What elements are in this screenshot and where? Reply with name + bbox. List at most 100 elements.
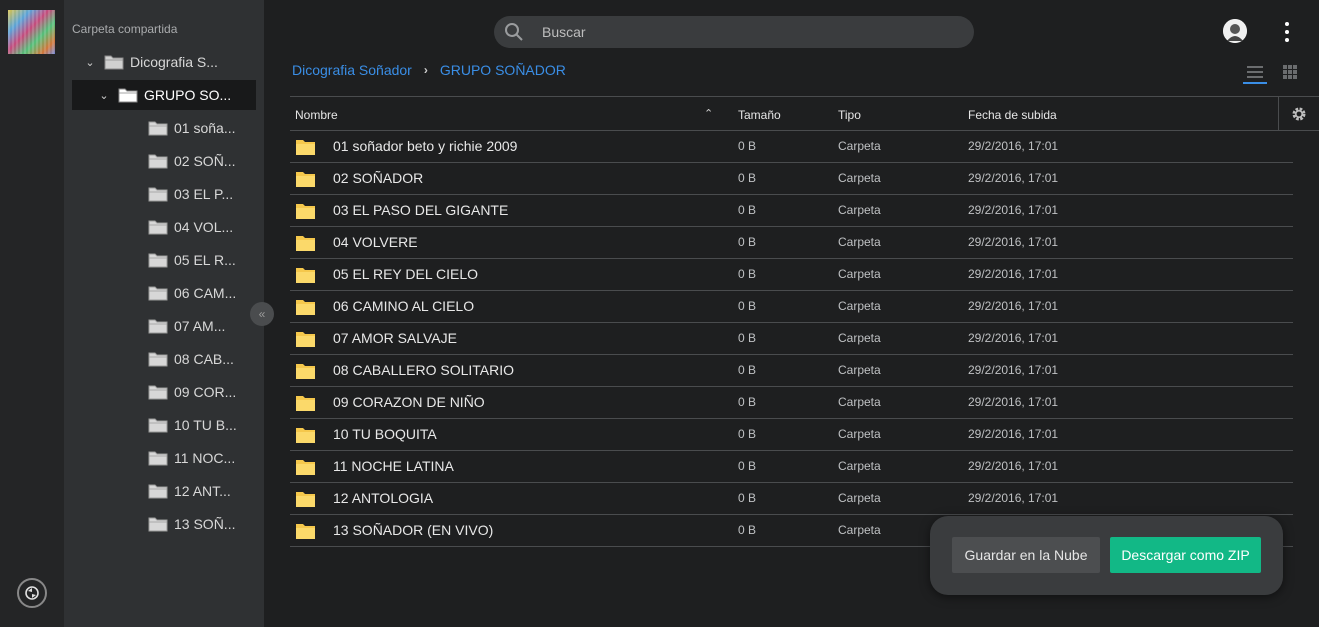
tree-item[interactable]: 09 COR...: [148, 377, 236, 407]
table-row[interactable]: 11 NOCHE LATINA 0 B Carpeta 29/2/2016, 17:0…: [290, 451, 1293, 483]
folder-icon: [296, 395, 315, 411]
table-row[interactable]: 02 SOÑADOR 0 B Carpeta 29/2/2016, 17:01: [290, 163, 1293, 195]
download-popup: Guardar en la Nube Descargar como ZIP: [930, 516, 1283, 595]
table-row[interactable]: 01 soñador beto y richie 2009 0 B Carpeta 2…: [290, 131, 1293, 163]
breadcrumb-root[interactable]: Dicografia Soñador: [292, 62, 412, 78]
row-date: 29/2/2016, 17:01: [968, 139, 1059, 153]
row-name[interactable]: 02 SOÑADOR: [333, 170, 423, 186]
folder-icon: [148, 384, 168, 400]
chevron-down-icon[interactable]: ⌄: [82, 56, 98, 69]
sort-up-icon[interactable]: ⌃: [704, 107, 713, 120]
table-row[interactable]: 10 TU BOQUITA 0 B Carpeta 29/2/2016, 17:01: [290, 419, 1293, 451]
tree-item[interactable]: 07 AM...: [148, 311, 225, 341]
row-date: 29/2/2016, 17:01: [968, 171, 1059, 185]
tree-item[interactable]: 12 ANT...: [148, 476, 231, 506]
app-logo-icon[interactable]: [8, 10, 55, 54]
column-name[interactable]: Nombre: [295, 108, 338, 122]
row-name[interactable]: 05 EL REY DEL CIELO: [333, 266, 478, 282]
table-row[interactable]: 06 CAMINO AL CIELO 0 B Carpeta 29/2/2016, 1…: [290, 291, 1293, 323]
row-size: 0 B: [738, 523, 757, 537]
row-name[interactable]: 13 SOÑADOR (EN VIVO): [333, 522, 493, 538]
tree-item-label: 13 SOÑ...: [174, 516, 236, 532]
folder-icon: [296, 491, 315, 507]
row-name[interactable]: 11 NOCHE LATINA: [333, 458, 454, 474]
row-date: 29/2/2016, 17:01: [968, 427, 1059, 441]
folder-icon: [296, 427, 315, 443]
tree-item[interactable]: 04 VOL...: [148, 212, 233, 242]
tree-item[interactable]: 03 EL P...: [148, 179, 233, 209]
folder-icon: [148, 417, 168, 433]
tree-item[interactable]: 02 SOÑ...: [148, 146, 235, 176]
tree-item[interactable]: 10 TU B...: [148, 410, 237, 440]
tree-item[interactable]: ⌄ GRUPO SO...: [72, 80, 256, 110]
kebab-menu-icon[interactable]: [1280, 22, 1294, 42]
column-size[interactable]: Tamaño: [738, 108, 781, 122]
tree-item-label: 07 AM...: [174, 318, 226, 334]
folder-icon: [296, 523, 315, 539]
row-name[interactable]: 09 CORAZON DE NIÑO: [333, 394, 485, 410]
row-name[interactable]: 06 CAMINO AL CIELO: [333, 298, 474, 314]
folder-icon: [148, 516, 168, 532]
row-size: 0 B: [738, 427, 757, 441]
folder-icon: [118, 87, 138, 103]
table-row[interactable]: 04 VOLVERE 0 B Carpeta 29/2/2016, 17:01: [290, 227, 1293, 259]
table-row[interactable]: 03 EL PASO DEL GIGANTE 0 B Carpeta 29/2/201…: [290, 195, 1293, 227]
tree-item-label: 08 CAB...: [174, 351, 234, 367]
table-row[interactable]: 08 CABALLERO SOLITARIO 0 B Carpeta 29/2/201…: [290, 355, 1293, 387]
tree-item-label: 06 CAM...: [174, 285, 237, 301]
tree-item[interactable]: ⌄ Dicografia S...: [82, 47, 218, 77]
row-name[interactable]: 03 EL PASO DEL GIGANTE: [333, 202, 508, 218]
folder-icon: [148, 351, 168, 367]
tree-item[interactable]: 01 soña...: [148, 113, 236, 143]
tree-item-label: 01 soña...: [174, 120, 236, 136]
table-row[interactable]: 12 ANTOLOGIA 0 B Carpeta 29/2/2016, 17:01: [290, 483, 1293, 515]
row-name[interactable]: 07 AMOR SALVAJE: [333, 330, 457, 346]
row-type: Carpeta: [838, 395, 881, 409]
breadcrumb-current[interactable]: GRUPO SOÑADOR: [440, 62, 566, 78]
avatar[interactable]: [1223, 19, 1247, 43]
tree-item[interactable]: 13 SOÑ...: [148, 509, 235, 539]
row-name[interactable]: 10 TU BOQUITA: [333, 426, 437, 442]
row-size: 0 B: [738, 235, 757, 249]
row-name[interactable]: 08 CABALLERO SOLITARIO: [333, 362, 514, 378]
folder-icon: [296, 267, 315, 283]
sync-icon[interactable]: [17, 578, 47, 608]
search-input[interactable]: [542, 24, 942, 40]
column-date[interactable]: Fecha de subida: [968, 108, 1057, 122]
row-date: 29/2/2016, 17:01: [968, 267, 1059, 281]
table-row[interactable]: 09 CORAZON DE NIÑO 0 B Carpeta 29/2/2016, 1…: [290, 387, 1293, 419]
sidebar: Carpeta compartida ⌄ Dicografia S... ⌄ GRUP…: [64, 0, 264, 627]
row-size: 0 B: [738, 491, 757, 505]
search-bar[interactable]: [494, 16, 974, 48]
row-size: 0 B: [738, 363, 757, 377]
row-date: 29/2/2016, 17:01: [968, 395, 1059, 409]
collapse-sidebar-button[interactable]: «: [250, 302, 274, 326]
folder-icon: [148, 483, 168, 499]
row-name[interactable]: 04 VOLVERE: [333, 234, 418, 250]
tree-item[interactable]: 08 CAB...: [148, 344, 234, 374]
row-date: 29/2/2016, 17:01: [968, 459, 1059, 473]
grid-view-icon[interactable]: [1283, 65, 1297, 79]
tree-item[interactable]: 06 CAM...: [148, 278, 236, 308]
row-name[interactable]: 01 soñador beto y richie 2009: [333, 138, 517, 154]
row-type: Carpeta: [838, 459, 881, 473]
row-size: 0 B: [738, 331, 757, 345]
folder-icon: [148, 186, 168, 202]
table-row[interactable]: 07 AMOR SALVAJE 0 B Carpeta 29/2/2016, 17:0…: [290, 323, 1293, 355]
folder-icon: [148, 285, 168, 301]
tree-item[interactable]: 05 EL R...: [148, 245, 236, 275]
folder-icon: [148, 120, 168, 136]
settings-gear-icon[interactable]: [1278, 97, 1319, 130]
column-type[interactable]: Tipo: [838, 108, 861, 122]
download-zip-button[interactable]: Descargar como ZIP: [1110, 537, 1261, 573]
save-to-cloud-button[interactable]: Guardar en la Nube: [952, 537, 1100, 573]
row-date: 29/2/2016, 17:01: [968, 491, 1059, 505]
row-name[interactable]: 12 ANTOLOGIA: [333, 490, 433, 506]
list-view-icon[interactable]: [1243, 62, 1267, 84]
table-row[interactable]: 05 EL REY DEL CIELO 0 B Carpeta 29/2/2016, …: [290, 259, 1293, 291]
row-type: Carpeta: [838, 171, 881, 185]
tree-item[interactable]: 11 NOC...: [148, 443, 235, 473]
tree-item-label: Dicografia S...: [130, 54, 218, 70]
chevron-down-icon[interactable]: ⌄: [96, 89, 112, 102]
row-type: Carpeta: [838, 523, 881, 537]
